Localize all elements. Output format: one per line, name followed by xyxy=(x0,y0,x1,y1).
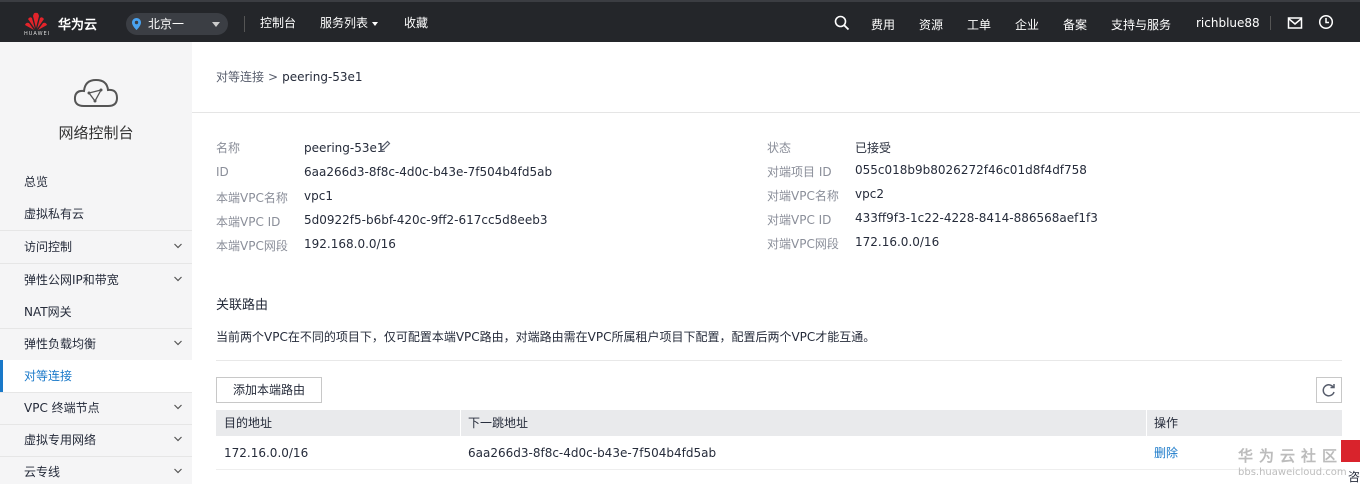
detail-label-peer-vpc-cidr: 对端VPC网段 xyxy=(767,237,839,251)
nav-tickets[interactable]: 工单 xyxy=(967,16,991,33)
detail-label-id: ID xyxy=(216,165,229,179)
sidebar-item-label: 访问控制 xyxy=(24,240,73,254)
brand-name[interactable]: 华为云 xyxy=(58,14,97,33)
mail-icon[interactable] xyxy=(1287,15,1303,31)
nav-divider xyxy=(1270,16,1271,30)
chevron-down-icon xyxy=(212,22,220,27)
floating-consult-label[interactable]: 咨 xyxy=(1348,468,1360,485)
chevron-down-icon xyxy=(174,468,182,474)
search-icon[interactable] xyxy=(834,15,850,31)
sidebar-item-eip-bandwidth[interactable]: 弹性公网IP和带宽 xyxy=(0,264,192,296)
sidebar-item-direct-connect[interactable]: 云专线 xyxy=(0,456,192,488)
sidebar-item-label: VPC 终端节点 xyxy=(24,401,100,415)
section-title-routes: 关联路由 xyxy=(216,298,269,313)
detail-value-name: peering-53e1 xyxy=(304,141,385,155)
detail-label-status: 状态 xyxy=(767,141,792,155)
chevron-down-icon xyxy=(174,276,182,282)
sidebar-item-vpn[interactable]: 虚拟专用网络 xyxy=(0,424,192,456)
sidebar-item-vpc-endpoint[interactable]: VPC 终端节点 xyxy=(0,392,192,424)
sidebar-title: 网络控制台 xyxy=(58,124,134,142)
main-content: 对等连接 > peering-53e1 名称 peering-53e1 ID 6aa… xyxy=(192,42,1360,484)
location-pin-icon xyxy=(132,18,141,30)
sidebar-item-overview[interactable]: 总览 xyxy=(0,166,192,198)
column-header-action: 操作 xyxy=(1154,416,1179,430)
detail-value-peer-vpc-id: 433ff9f3-1c22-4228-8414-886568aef1f3 xyxy=(855,211,1098,225)
nav-favorites[interactable]: 收藏 xyxy=(404,14,428,31)
nav-service-list[interactable]: 服务列表 xyxy=(320,14,379,31)
refresh-icon xyxy=(1322,384,1335,397)
chevron-down-icon xyxy=(174,340,182,346)
detail-value-local-vpc-id: 5d0922f5-b6bf-420c-9ff2-617cc5d8eeb3 xyxy=(304,213,548,227)
user-menu[interactable]: richblue88 xyxy=(1196,16,1260,30)
watermark-title: 华为云社区 xyxy=(1238,447,1344,465)
breadcrumb-separator: > xyxy=(268,70,279,84)
chevron-down-icon xyxy=(372,21,379,26)
sidebar-item-label: 弹性负载均衡 xyxy=(24,337,97,351)
detail-label-peer-project-id: 对端项目 ID xyxy=(767,165,832,179)
sidebar-item-access-control[interactable]: 访问控制 xyxy=(0,231,192,263)
nav-enterprise[interactable]: 企业 xyxy=(1015,16,1039,33)
watermark: 华为云社区 bbs.huaweicloud.com xyxy=(1238,445,1347,478)
breadcrumb: 对等连接 > peering-53e1 xyxy=(216,68,363,85)
detail-value-status: 已接受 xyxy=(855,141,892,155)
sidebar-item-vpc[interactable]: 虚拟私有云 xyxy=(0,198,192,230)
sidebar-item-label: 虚拟专用网络 xyxy=(24,433,97,447)
detail-value-id: 6aa266d3-8f8c-4d0c-b43e-7f504b4fd5ab xyxy=(304,165,553,179)
chevron-down-icon xyxy=(174,404,182,410)
routes-description: 当前两个VPC在不同的项目下，仅可配置本端VPC路由，对端路由需在VPC所属租户… xyxy=(216,330,876,344)
nav-support[interactable]: 支持与服务 xyxy=(1111,16,1171,33)
huawei-logo-icon[interactable] xyxy=(24,10,48,32)
cell-destination: 172.16.0.0/16 xyxy=(224,446,309,460)
floating-consult-tab[interactable] xyxy=(1341,440,1360,462)
detail-label-local-vpc-id: 本端VPC ID xyxy=(216,215,281,229)
header-divider xyxy=(192,112,1360,113)
refresh-button[interactable] xyxy=(1316,377,1342,403)
nav-divider xyxy=(244,16,245,32)
sidebar-item-vpc-peering[interactable]: 对等连接 xyxy=(0,360,192,392)
sidebar-item-label: 云专线 xyxy=(24,465,61,479)
nav-resources[interactable]: 资源 xyxy=(919,16,943,33)
breadcrumb-current: peering-53e1 xyxy=(282,70,363,84)
column-header-next-hop: 下一跳地址 xyxy=(468,416,529,430)
nav-filing[interactable]: 备案 xyxy=(1063,16,1087,33)
sidebar-item-label: 弹性公网IP和带宽 xyxy=(24,273,119,287)
section-divider xyxy=(216,360,1342,361)
delete-route-link[interactable]: 删除 xyxy=(1146,436,1178,470)
nav-billing[interactable]: 费用 xyxy=(871,16,895,33)
network-cloud-icon xyxy=(73,78,119,107)
detail-value-local-vpc-cidr: 192.168.0.0/16 xyxy=(304,237,396,251)
cell-next-hop: 6aa266d3-8f8c-4d0c-b43e-7f504b4fd5ab xyxy=(468,446,717,460)
clock-icon[interactable] xyxy=(1318,14,1334,30)
detail-value-peer-project-id: 055c018b9b8026272f46c01d8f4df758 xyxy=(855,163,1087,177)
top-navigation-bar: HUAWEI 华为云 北京一 控制台 服务列表 收藏 费用 资源 工单 企业 备… xyxy=(0,0,1360,42)
routes-table: 目的地址 下一跳地址 操作 172.16.0.0/16 6aa266d3-8f8… xyxy=(216,410,1342,470)
detail-value-peer-vpc-name: vpc2 xyxy=(855,187,884,201)
nav-console[interactable]: 控制台 xyxy=(260,14,296,31)
sidebar: 网络控制台 总览 虚拟私有云 访问控制 弹性公网IP和带宽 NAT网关 弹性负载… xyxy=(0,42,192,484)
chevron-down-icon xyxy=(174,243,182,249)
column-header-destination: 目的地址 xyxy=(224,416,273,430)
region-label: 北京一 xyxy=(148,17,185,31)
region-selector[interactable]: 北京一 xyxy=(126,13,228,35)
logo-text: HUAWEI xyxy=(24,31,51,37)
add-local-route-button[interactable]: 添加本端路由 xyxy=(216,377,322,403)
detail-value-peer-vpc-cidr: 172.16.0.0/16 xyxy=(855,235,940,249)
edit-pencil-icon[interactable] xyxy=(379,140,391,152)
detail-label-peer-vpc-id: 对端VPC ID xyxy=(767,213,832,227)
watermark-url: bbs.huaweicloud.com xyxy=(1238,467,1347,478)
table-header: 目的地址 下一跳地址 操作 xyxy=(216,410,1342,436)
detail-label-peer-vpc-name: 对端VPC名称 xyxy=(767,189,839,203)
detail-label-local-vpc-cidr: 本端VPC网段 xyxy=(216,239,288,253)
sidebar-item-elb[interactable]: 弹性负载均衡 xyxy=(0,328,192,360)
nav-service-list-label: 服务列表 xyxy=(320,16,369,30)
breadcrumb-parent[interactable]: 对等连接 xyxy=(216,70,264,84)
detail-label-local-vpc-name: 本端VPC名称 xyxy=(216,191,288,205)
chevron-down-icon xyxy=(174,436,182,442)
detail-value-local-vpc-name: vpc1 xyxy=(304,189,333,203)
detail-label-name: 名称 xyxy=(216,141,241,155)
sidebar-item-nat-gateway[interactable]: NAT网关 xyxy=(0,296,192,328)
table-row: 172.16.0.0/16 6aa266d3-8f8c-4d0c-b43e-7f… xyxy=(216,436,1342,470)
